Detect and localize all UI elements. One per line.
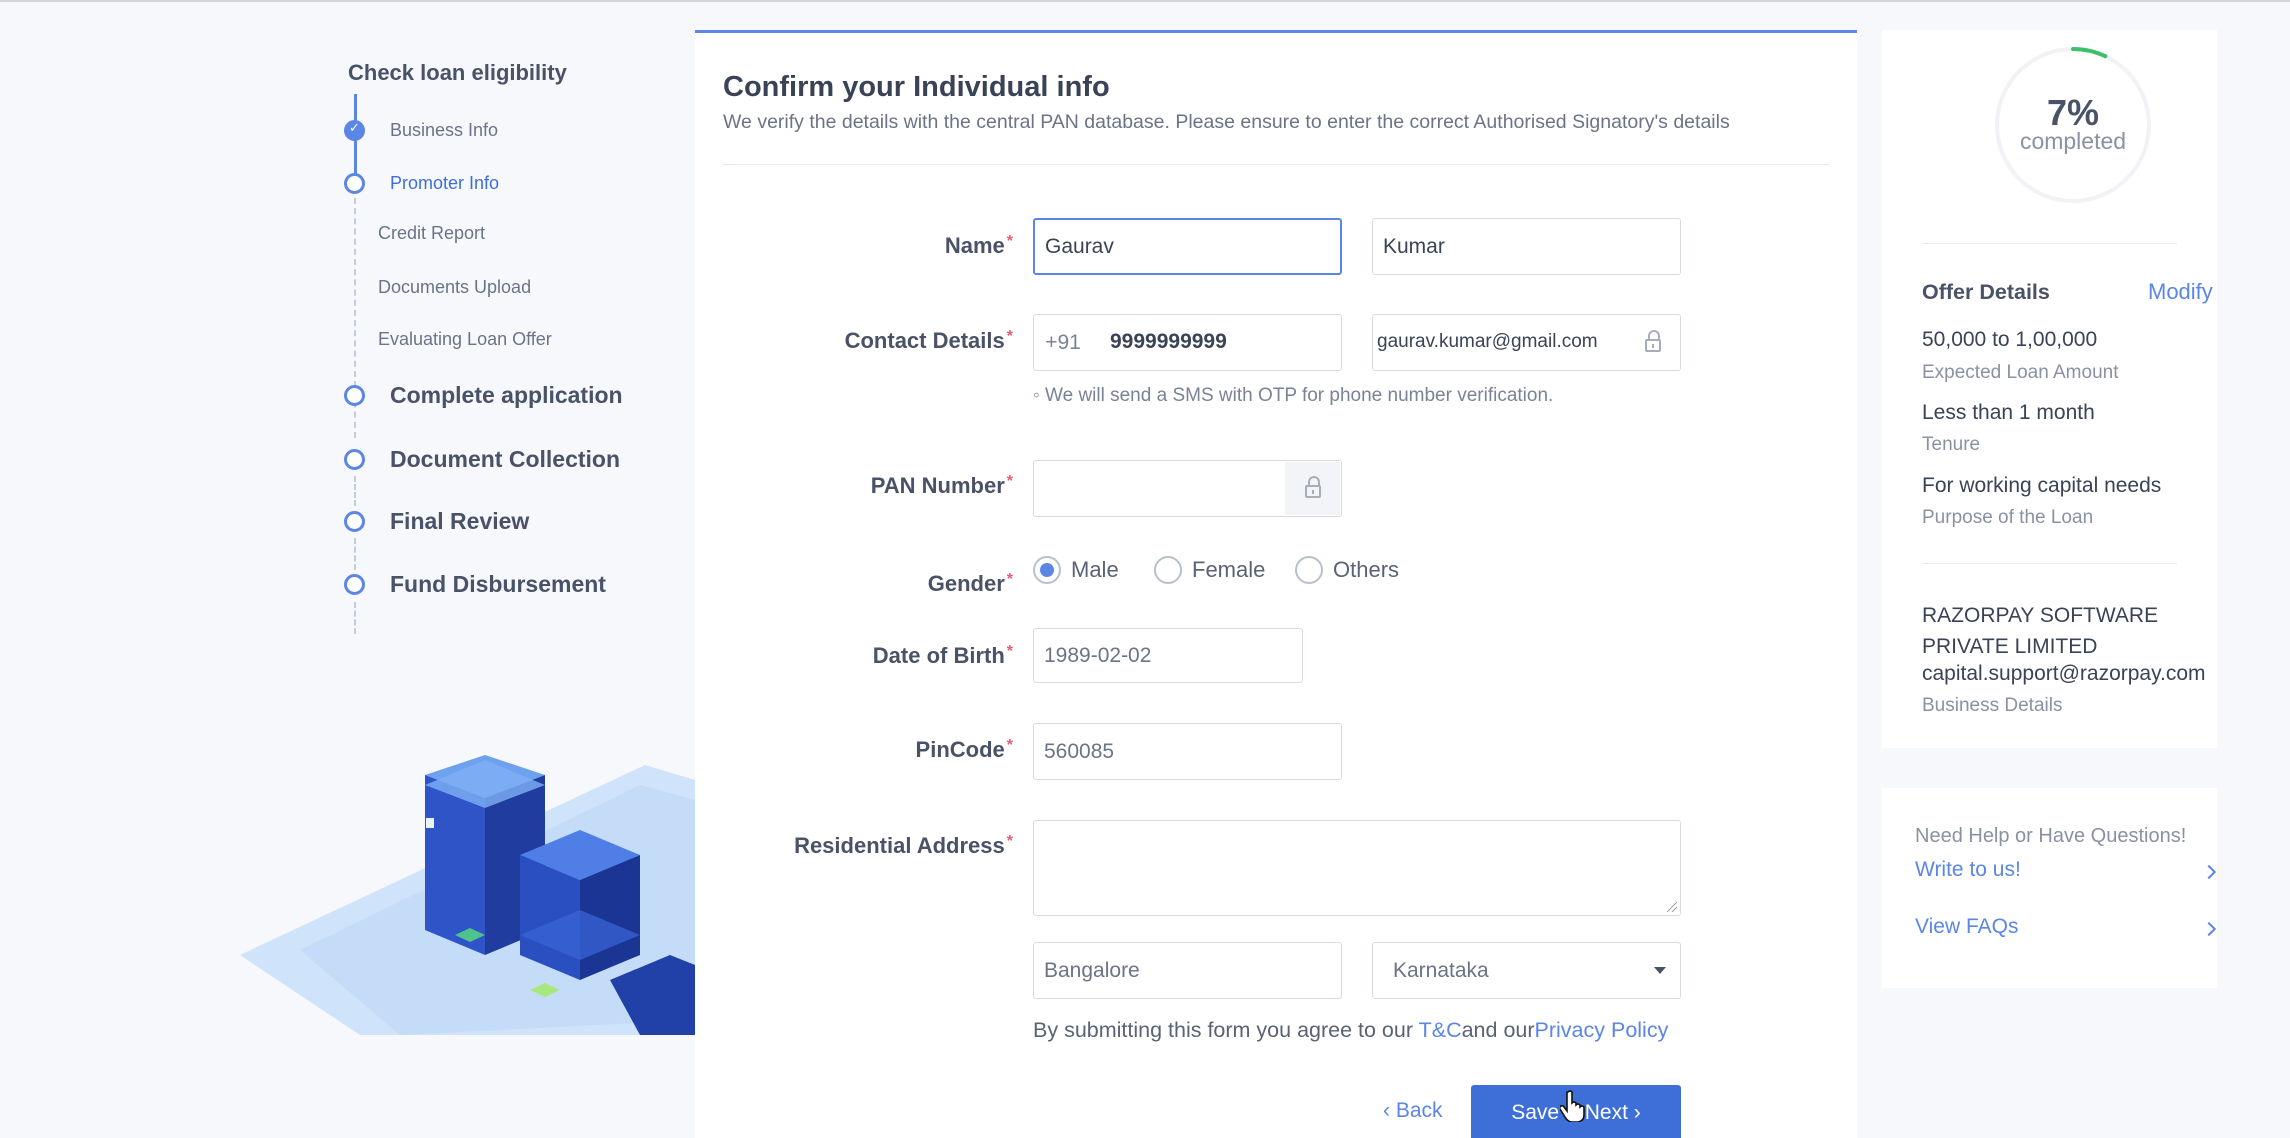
divider [1922,243,2177,244]
stepper-item-label: Documents Upload [378,277,532,297]
modify-link[interactable]: Modify [2148,279,2213,305]
hand-cursor-icon [1558,1090,1586,1127]
stepper-line-pending [354,538,356,570]
step-pending-icon [344,385,365,406]
lock-icon [1285,462,1340,515]
radio-icon [1295,556,1323,584]
business-caption: Business Details [1922,695,2063,716]
phone-value: 9999999999 [1110,330,1227,353]
stepper-item-documents-upload: Documents Upload [378,277,531,298]
progress-label: completed [2019,128,2127,154]
stepper-item-credit-report: Credit Report [378,223,485,244]
radio-label: Female [1192,557,1266,582]
stepper-step-complete-application: Complete application [344,382,623,409]
stepper-title: Check loan eligibility [348,60,567,85]
divider [723,164,1829,165]
step-pending-icon [344,449,365,470]
residential-address-textarea[interactable] [1033,820,1681,916]
name-label: Name * [944,233,1013,258]
stepper-item-promoter-info[interactable]: Promoter Info [344,173,499,194]
pincode-input[interactable] [1033,723,1342,780]
business-email: capital.support@razorpay.com [1922,662,2206,685]
purpose-caption: Purpose of the Loan [1922,507,2094,528]
lock-icon [1627,316,1679,369]
residential-address-label: Residential Address * [794,833,1013,858]
stepper-step-label: Complete application [390,382,623,408]
purpose-value: For working capital needs [1922,474,2162,497]
stepper-step-label: Final Review [390,508,530,534]
email-field[interactable]: gaurav.kumar@gmail.com [1372,314,1681,371]
state-select-value: Karnataka [1393,959,1489,982]
stepper-item-label: Evaluating Loan Offer [378,329,552,349]
stepper-item-label: Business Info [390,120,499,140]
terms-text: By submitting this form you agree to our… [1033,1018,1668,1043]
stepper-step-label: Document Collection [390,446,621,472]
top-border [0,0,2290,2]
radio-label: Others [1333,557,1400,582]
stepper-line-pending [354,602,356,634]
stepper-step-document-collection: Document Collection [344,446,620,473]
back-button[interactable]: ‹ Back [1383,1099,1443,1123]
business-name: RAZORPAY SOFTWARE PRIVATE LIMITED [1922,604,2159,658]
page-subtitle: We verify the details with the central P… [723,111,1730,133]
view-faqs-link[interactable]: View FAQs [1915,915,2018,939]
contact-details-label: Contact Details * [844,328,1013,353]
chevron-right-icon[interactable] [2201,921,2217,937]
stepper-step-final-review: Final Review [344,508,529,535]
gender-radio-female[interactable]: Female [1154,556,1265,584]
resize-handle-icon[interactable] [1667,902,1677,912]
privacy-policy-link[interactable]: Privacy Policy [1535,1018,1669,1042]
terms-prefix: By submitting this form you agree to our [1033,1018,1419,1042]
divider [1922,563,2177,564]
page-title: Confirm your Individual info [723,71,1110,103]
chevron-right-icon[interactable] [2201,864,2217,880]
stepper-line-pending [354,476,356,506]
gender-radio-male[interactable]: Male [1033,556,1119,584]
stepper-step-fund-disbursement: Fund Disbursement [344,571,606,598]
last-name-input[interactable] [1372,218,1681,275]
first-name-input[interactable] [1033,218,1342,275]
offer-details-title: Offer Details [1922,280,2050,304]
terms-link[interactable]: T&C [1419,1018,1462,1042]
radio-icon [1154,556,1182,584]
step-active-icon [344,173,365,194]
email-value: gaurav.kumar@gmail.com [1377,331,1598,352]
dropdown-caret-icon [1654,967,1666,974]
write-to-us-link[interactable]: Write to us! [1915,858,2021,882]
date-of-birth-label: Date of Birth * [872,643,1013,668]
city-input[interactable] [1033,942,1342,999]
date-of-birth-input[interactable] [1033,628,1303,683]
radio-label: Male [1071,557,1119,582]
stepper-step-label: Fund Disbursement [390,571,606,597]
loan-amount-value: 50,000 to 1,00,000 [1922,328,2098,351]
summary-card: 7% completed Offer Details Modify 50,000… [1882,30,2217,748]
gender-label: Gender * [927,571,1013,596]
tenure-value: Less than 1 month [1922,401,2095,424]
terms-mid: and our [1461,1018,1535,1042]
tenure-caption: Tenure [1922,434,1981,455]
pan-number-input[interactable] [1033,460,1342,517]
loan-amount-caption: Expected Loan Amount [1922,362,2119,383]
state-select[interactable]: Karnataka [1372,942,1681,999]
pincode-label: PinCode * [915,737,1013,762]
individual-info-card: Confirm your Individual info We verify t… [695,30,1857,1138]
check-icon [344,120,365,141]
gender-radio-others[interactable]: Others [1295,556,1399,584]
isometric-buildings-illustration [240,740,695,1035]
phone-field[interactable]: +91 9999999999 [1033,314,1342,371]
stepper-item-evaluating-offer: Evaluating Loan Offer [378,329,552,350]
stepper-item-label: Credit Report [378,223,486,243]
radio-icon [1033,556,1061,584]
help-question: Need Help or Have Questions! [1915,825,2187,847]
otp-hint: ◦ We will send a SMS with OTP for phone … [1033,385,1554,406]
stepper-item-label: Promoter Info [390,173,500,193]
step-pending-icon [344,511,365,532]
country-code-prefix: +91 [1045,330,1081,354]
pan-number-label: PAN Number * [870,473,1013,498]
help-card: Need Help or Have Questions! Write to us… [1882,788,2217,988]
step-pending-icon [344,574,365,595]
stepper-item-business-info[interactable]: Business Info [344,120,498,141]
